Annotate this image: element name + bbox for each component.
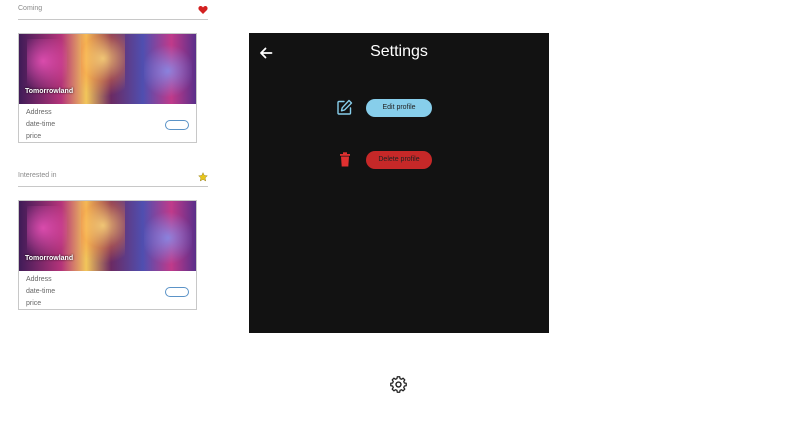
event-title: Tomorrowland — [25, 88, 74, 95]
event-title: Tomorrowland — [25, 255, 74, 262]
event-card[interactable]: Tomorrowland Address date-time price — [18, 33, 197, 143]
edit-profile-button[interactable]: Edit profile — [366, 99, 432, 117]
section-header-coming: Coming — [18, 5, 208, 20]
settings-panel: Settings Edit profile Delete profile — [249, 33, 549, 333]
event-address: Address — [26, 109, 52, 116]
section-label: Interested in — [18, 172, 57, 179]
event-card[interactable]: Tomorrowland Address date-time price — [18, 200, 197, 310]
delete-profile-button[interactable]: Delete profile — [366, 151, 432, 169]
star-icon[interactable] — [198, 172, 208, 182]
event-price: price — [26, 300, 42, 307]
event-datetime: date-time — [26, 121, 56, 128]
event-price: price — [26, 133, 42, 140]
event-banner-image: Tomorrowland — [19, 34, 196, 104]
edit-icon[interactable] — [336, 99, 353, 116]
event-address: Address — [26, 276, 52, 283]
event-datetime: date-time — [26, 288, 56, 295]
settings-title: Settings — [370, 43, 428, 60]
gear-icon[interactable] — [390, 376, 407, 393]
event-toggle-button[interactable] — [165, 120, 189, 130]
heart-icon[interactable] — [198, 5, 208, 15]
section-header-interested: Interested in — [18, 172, 208, 187]
event-banner-image: Tomorrowland — [19, 201, 196, 271]
section-label: Coming — [18, 5, 43, 12]
trash-icon[interactable] — [339, 152, 351, 167]
event-toggle-button[interactable] — [165, 287, 189, 297]
